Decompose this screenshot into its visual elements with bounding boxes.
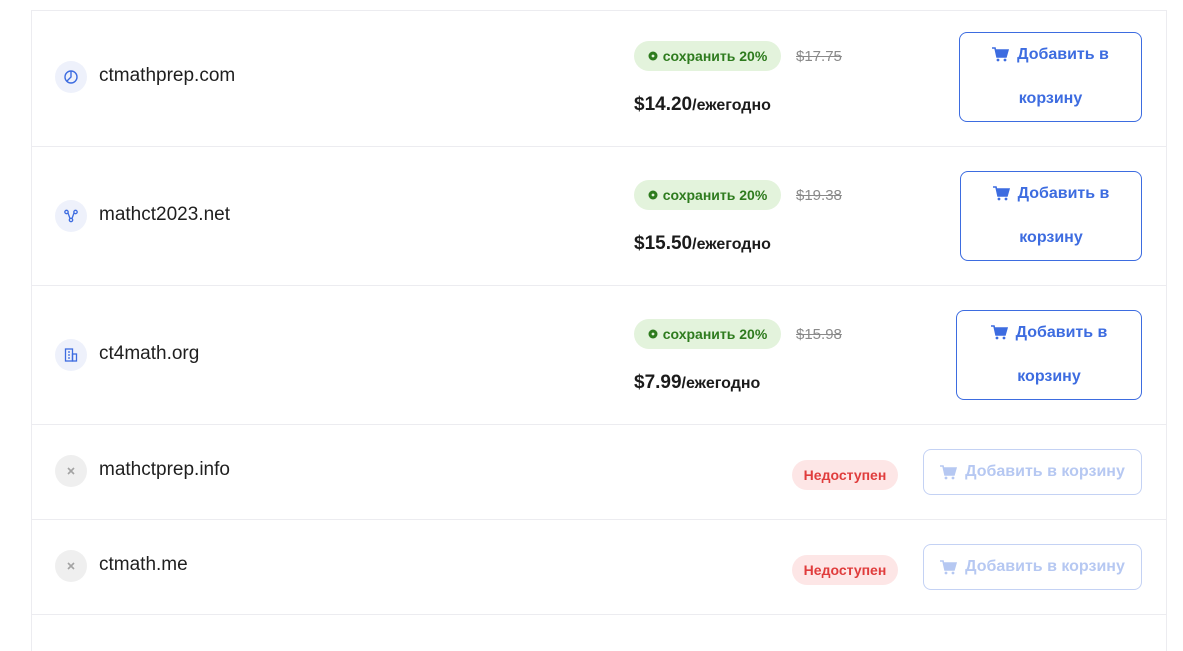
price-period: /ежегодно [692, 97, 771, 114]
network-icon [55, 200, 87, 232]
close-icon [55, 455, 87, 487]
price-period: /ежегодно [692, 236, 771, 253]
price-period: /ежегодно [681, 375, 761, 392]
domain-results-list: ctmathprep.com сохранить 20% $17.75 $14.… [31, 10, 1167, 651]
cart-label: Добавить в [1017, 185, 1110, 202]
cart-label: Добавить в корзину [965, 558, 1125, 575]
price-value: $7.99 [634, 372, 682, 393]
close-icon [55, 550, 87, 582]
save-label: сохранить 20% [662, 48, 768, 64]
cart-icon [940, 464, 958, 480]
add-to-cart-button[interactable]: Добавить в корзину [960, 171, 1142, 261]
price-value: $15.50 [634, 233, 693, 254]
cart-label: Добавить в [1015, 324, 1108, 341]
unavailable-badge: Недоступен [792, 555, 898, 585]
domain-name: mathctprep.info [99, 459, 230, 480]
tag-icon [648, 190, 658, 200]
save-badge: сохранить 20% [634, 180, 781, 210]
add-to-cart-button[interactable]: Добавить в корзину [956, 310, 1142, 400]
domain-name: mathct2023.net [99, 204, 230, 225]
cart-label: Добавить в корзину [965, 463, 1125, 480]
domain-name: ct4math.org [99, 343, 200, 364]
price: $14.20/ежегодно [634, 94, 771, 116]
cart-label-2: корзину [1017, 368, 1081, 385]
old-price: $17.75 [796, 48, 842, 65]
add-to-cart-button[interactable]: Добавить в корзину [923, 544, 1142, 590]
add-to-cart-button[interactable]: Добавить в корзину [923, 449, 1142, 495]
pie-chart-icon [55, 61, 87, 93]
cart-icon [990, 325, 1008, 340]
tag-icon [648, 51, 658, 61]
domain-name: ctmathprep.com [99, 65, 236, 86]
old-price: $19.38 [796, 187, 842, 204]
save-label: сохранить 20% [662, 326, 768, 342]
domain-row: mathct2023.net сохранить 20% $19.38 $15.… [32, 146, 1166, 286]
building-icon [55, 339, 87, 371]
save-badge: сохранить 20% [634, 319, 781, 349]
price: $7.99/ежегодно [634, 372, 760, 394]
cart-label-2: корзину [1018, 90, 1083, 107]
cart-icon [992, 47, 1010, 62]
cart-label-2: корзину [1019, 229, 1083, 246]
price-value: $14.20 [634, 94, 693, 115]
save-badge: сохранить 20% [634, 41, 781, 71]
cart-icon [992, 186, 1010, 201]
old-price: $15.98 [796, 326, 842, 343]
domain-row: ct4math.org сохранить 20% $15.98 $7.99/е… [32, 285, 1166, 425]
tag-icon [648, 329, 658, 339]
domain-row: mathctprep.info Недоступен Добавить в ко… [32, 424, 1166, 520]
price: $15.50/ежегодно [634, 233, 771, 255]
domain-row: ctmathprep.com сохранить 20% $17.75 $14.… [32, 11, 1166, 147]
domain-name: ctmath.me [99, 554, 188, 575]
save-label: сохранить 20% [662, 187, 768, 203]
unavailable-badge: Недоступен [792, 460, 898, 490]
domain-row: ctmath.me Недоступен Добавить в корзину [32, 519, 1166, 615]
cart-icon [940, 559, 958, 575]
add-to-cart-button[interactable]: Добавить в корзину [959, 32, 1142, 122]
cart-label: Добавить в [1017, 46, 1109, 63]
